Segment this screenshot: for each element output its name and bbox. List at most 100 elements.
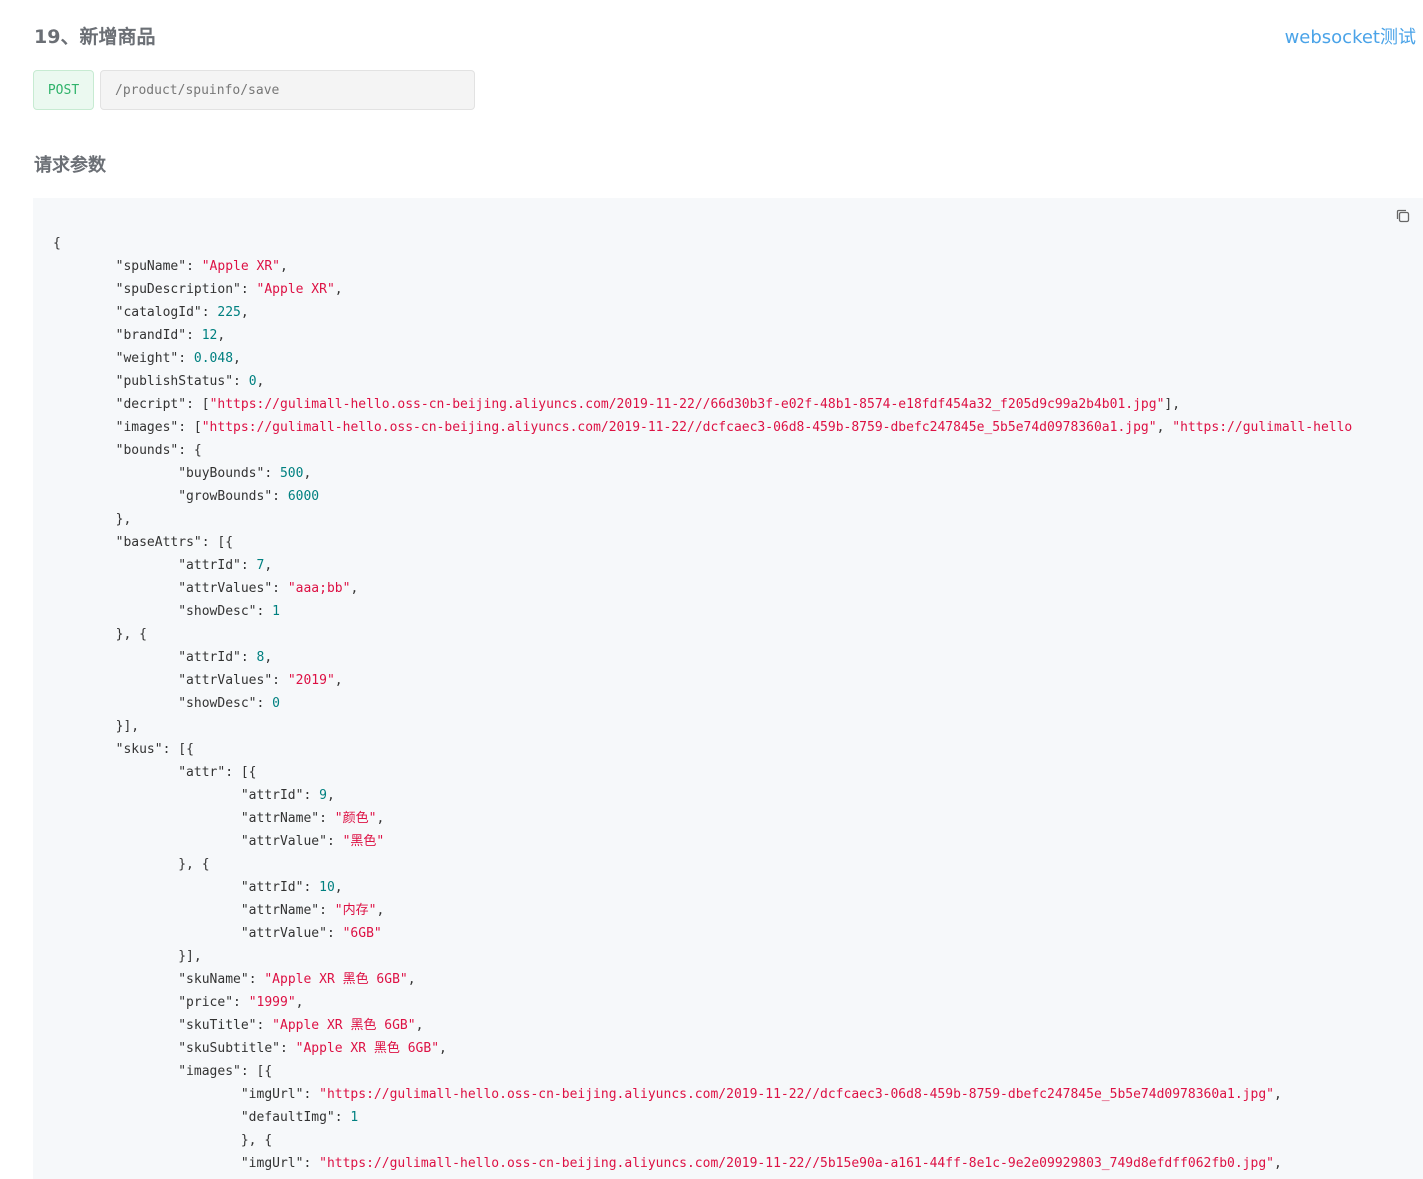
code-line: "spuName": "Apple XR", — [53, 255, 1352, 278]
code-token: "weight" — [115, 351, 179, 366]
code-line: "brandId": 12, — [53, 324, 1352, 347]
code-line: "attrName": "内存", — [53, 899, 1352, 922]
code-token: , — [376, 903, 385, 918]
code-line: "skus": [{ — [53, 738, 1352, 761]
code-token: : — [186, 328, 202, 343]
json-code: { "spuName": "Apple XR", "spuDescription… — [53, 232, 1352, 1175]
code-token: : [ — [186, 397, 210, 412]
endpoint-url-field[interactable]: /product/spuinfo/save — [100, 70, 475, 110]
code-token: "https://gulimall-hello.oss-cn-beijing.a… — [319, 1156, 1274, 1171]
code-token: "attrId" — [240, 788, 304, 803]
code-token: "defaultImg" — [240, 1110, 335, 1125]
code-line: }], — [53, 715, 1352, 738]
code-line: "images": ["https://gulimall-hello.oss-c… — [53, 416, 1353, 439]
code-token: "spuDescription" — [115, 282, 241, 297]
code-token: : — [248, 972, 265, 987]
code-token: , — [334, 282, 343, 297]
code-line: }, { — [53, 623, 1352, 646]
code-token: : — [279, 1041, 296, 1056]
code-token: : — [233, 995, 249, 1010]
code-token: : — [334, 1110, 351, 1125]
code-token: "images" — [178, 1064, 241, 1079]
code-token: : [{ — [201, 535, 234, 550]
code-token: 1 — [350, 1110, 359, 1125]
copy-icon[interactable] — [1395, 208, 1411, 224]
code-token: "price" — [178, 995, 234, 1010]
code-token: : [ — [178, 420, 202, 435]
code-token: , — [334, 880, 343, 895]
code-token: }], — [53, 949, 202, 964]
code-token: , — [415, 1018, 424, 1033]
code-line: "attrValue": "黑色" — [53, 830, 1352, 853]
code-token: "aaa;bb" — [287, 581, 351, 596]
code-token: "publishStatus" — [115, 374, 234, 389]
code-line: "publishStatus": 0, — [53, 370, 1352, 393]
code-token: , — [217, 328, 226, 343]
code-token: "showDesc" — [178, 604, 257, 619]
code-line: "attr": [{ — [53, 761, 1352, 784]
code-token: : — [233, 374, 249, 389]
code-token: 0.048 — [193, 351, 234, 366]
code-token: , — [233, 351, 241, 366]
code-line: "buyBounds": 500, — [53, 462, 1352, 485]
code-line: "skuSubtitle": "Apple XR 黑色 6GB", — [53, 1037, 1352, 1060]
code-token: "attrId" — [178, 650, 241, 665]
code-token: , — [326, 788, 335, 803]
code-token: }, { — [53, 857, 210, 872]
code-token: "catalogId" — [115, 305, 202, 320]
code-line: }], — [53, 945, 1352, 968]
code-token: , — [240, 305, 249, 320]
code-token: , — [1156, 420, 1173, 435]
code-token: "showDesc" — [178, 696, 257, 711]
code-line: "attrValue": "6GB" — [53, 922, 1352, 945]
websocket-test-link[interactable]: websocket测试 — [1285, 23, 1416, 49]
code-token: , — [1273, 1156, 1282, 1171]
code-token: 0 — [248, 374, 257, 389]
code-token: : — [240, 650, 257, 665]
code-token: }, { — [53, 1133, 273, 1148]
code-token: "https://gulimall-hello.oss-cn-beijing.a… — [201, 420, 1157, 435]
code-token: "Apple XR" — [256, 282, 335, 297]
code-line: "bounds": { — [53, 439, 1352, 462]
code-token: "decript" — [115, 397, 187, 412]
code-token: 500 — [279, 466, 304, 481]
code-token: : — [256, 696, 273, 711]
code-token: "Apple XR 黑色 6GB" — [272, 1018, 416, 1033]
code-token: }, { — [53, 627, 147, 642]
code-token: "attrId" — [178, 558, 241, 573]
code-line: "defaultImg": 1 — [53, 1106, 1352, 1129]
code-token: "bounds" — [115, 443, 179, 458]
code-token: : { — [178, 443, 202, 458]
code-line: "skuName": "Apple XR 黑色 6GB", — [53, 968, 1352, 991]
code-token: "1999" — [248, 995, 296, 1010]
code-token: : — [186, 259, 202, 274]
code-token: 0 — [272, 696, 280, 711]
code-line: "decript": ["https://gulimall-hello.oss-… — [53, 393, 1352, 416]
code-line: "attrId": 10, — [53, 876, 1352, 899]
code-token: 1 — [272, 604, 280, 619]
code-line: "attrValues": "2019", — [53, 669, 1352, 692]
http-method-badge: POST — [33, 70, 94, 110]
code-token: "attrName" — [240, 811, 320, 826]
code-token: : — [240, 558, 257, 573]
code-line: "imgUrl": "https://gulimall-hello.oss-cn… — [53, 1152, 1352, 1175]
code-token: "growBounds" — [178, 489, 273, 504]
